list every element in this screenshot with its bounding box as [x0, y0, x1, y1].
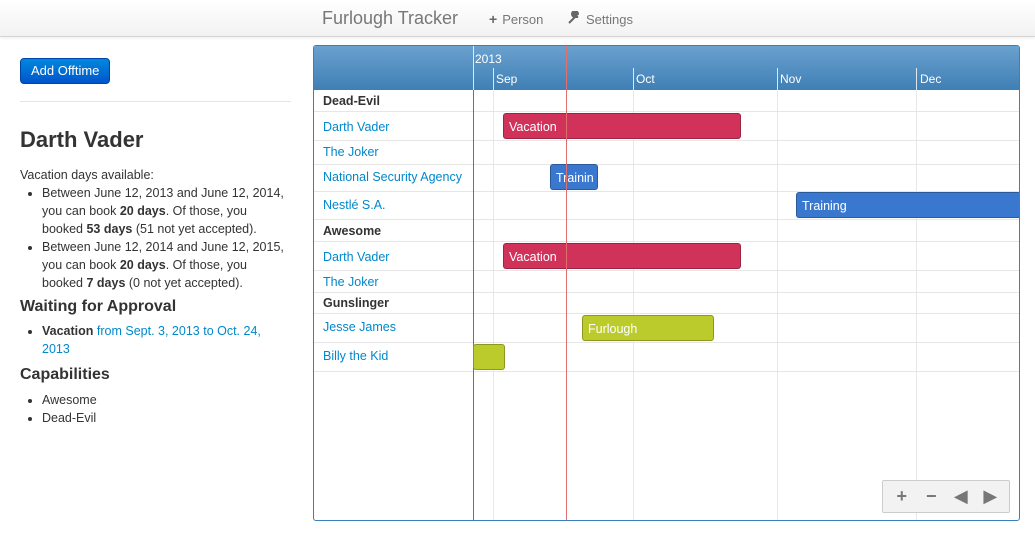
period-days: 20 days [119, 204, 166, 218]
month-label: Sep [496, 72, 518, 86]
label-column-separator [473, 90, 474, 520]
vacation-period: Between June 12, 2014 and June 12, 2015,… [42, 238, 291, 292]
row-label-link[interactable]: Jesse James [323, 320, 396, 334]
row-label-link[interactable]: The Joker [323, 275, 379, 289]
divider [20, 101, 291, 102]
timeline-bar[interactable]: Trainin [550, 164, 598, 190]
month-label: Oct [636, 72, 655, 86]
previous-icon[interactable]: ◀ [948, 486, 974, 507]
period-booked: 53 days [86, 222, 133, 236]
timeline-row: The Joker [314, 271, 1019, 293]
vacation-periods: Between June 12, 2013 and June 12, 2014,… [20, 184, 291, 292]
row-label-link[interactable]: National Security Agency [323, 170, 462, 184]
period-days: 20 days [119, 258, 166, 272]
timeline-bar[interactable]: Vacation [503, 243, 741, 269]
row-label-link[interactable]: Darth Vader [323, 120, 389, 134]
timeline-row: Billy the Kid [314, 343, 1019, 372]
person-label: Person [502, 11, 544, 27]
timeline-row: National Security Agency [314, 165, 1019, 192]
row-label-link[interactable]: The Joker [323, 145, 379, 159]
add-person-link[interactable]: + Person [489, 11, 543, 27]
timeline-bar[interactable] [473, 344, 505, 370]
plus-icon: + [489, 11, 498, 27]
year-label: 2013 [475, 52, 502, 66]
brand-title[interactable]: Furlough Tracker [322, 8, 458, 29]
waiting-title: Waiting for Approval [20, 298, 177, 315]
timeline-bar[interactable]: Furlough [582, 315, 714, 341]
month-divider [633, 68, 634, 90]
person-name: Darth Vader [20, 127, 144, 152]
sidebar: Add Offtime Darth Vader Vacation days av… [20, 58, 291, 427]
period-text: (0 not yet accepted). [125, 276, 243, 290]
group-row: Gunslinger [314, 293, 1019, 314]
capabilities-list: Awesome Dead-Evil [20, 391, 291, 427]
year-divider [473, 46, 474, 90]
top-navbar: Furlough Tracker + Person Settings [0, 0, 1035, 37]
timeline-controls: + − ◀ ▶ [882, 480, 1010, 513]
group-label: Gunslinger [323, 296, 389, 310]
wrench-icon [568, 10, 581, 27]
timeline-bar[interactable]: Vacation [503, 113, 741, 139]
group-label: Dead-Evil [323, 94, 380, 108]
settings-label: Settings [586, 11, 633, 27]
timeline[interactable]: 2013 Sep Oct Nov Dec Dead-Evil Darth Vad… [313, 45, 1020, 521]
timeline-header: 2013 Sep Oct Nov Dec [314, 46, 1019, 90]
row-label-link[interactable]: Nestlé S.A. [323, 198, 386, 212]
group-row: Dead-Evil [314, 90, 1019, 112]
month-divider [916, 68, 917, 90]
waiting-item: Vacation from Sept. 3, 2013 to Oct. 24, … [42, 322, 291, 358]
vacation-period: Between June 12, 2013 and June 12, 2014,… [42, 184, 291, 238]
vacation-title: Vacation days available: [20, 168, 154, 182]
zoom-in-icon[interactable]: + [889, 486, 915, 507]
capability-item: Dead-Evil [42, 409, 291, 427]
settings-link[interactable]: Settings [568, 10, 633, 27]
month-label: Nov [780, 72, 802, 86]
add-offtime-button[interactable]: Add Offtime [20, 58, 111, 84]
row-label-link[interactable]: Darth Vader [323, 250, 389, 264]
waiting-list: Vacation from Sept. 3, 2013 to Oct. 24, … [20, 322, 291, 358]
group-label: Awesome [323, 224, 382, 238]
next-icon[interactable]: ▶ [977, 486, 1003, 507]
month-label: Dec [920, 72, 942, 86]
period-booked: 7 days [86, 276, 126, 290]
group-row: Awesome [314, 220, 1019, 242]
month-divider [493, 68, 494, 90]
current-date-line [566, 46, 567, 520]
capability-item: Awesome [42, 391, 291, 409]
month-divider [777, 68, 778, 90]
capabilities-title: Capabilities [20, 366, 110, 383]
period-text: (51 not yet accepted). [132, 222, 257, 236]
timeline-row: The Joker [314, 141, 1019, 165]
row-label-link[interactable]: Billy the Kid [323, 349, 388, 363]
waiting-type: Vacation [42, 324, 94, 338]
timeline-bar[interactable]: Training [796, 192, 1019, 218]
zoom-out-icon[interactable]: − [918, 486, 944, 507]
